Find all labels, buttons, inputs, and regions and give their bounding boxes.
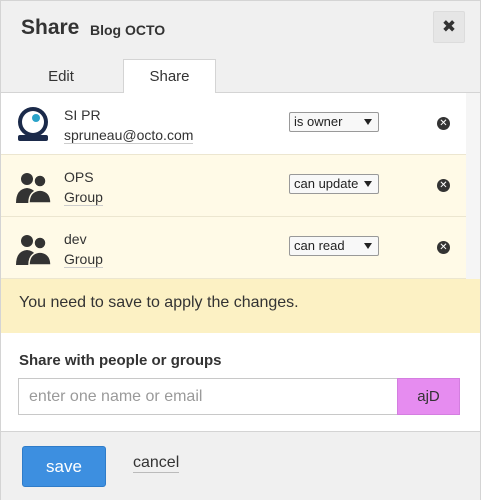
tab-edit[interactable]: Edit [21,59,101,93]
cancel-link[interactable]: cancel [133,454,180,473]
member-type[interactable]: Group [64,251,103,268]
member-list-scrollbar[interactable] [466,93,480,279]
tab-bar: Edit Share [1,59,480,94]
share-search-input[interactable] [18,378,398,415]
role-select[interactable]: is owner [289,112,379,132]
role-value: can update [294,176,359,191]
role-select[interactable]: can read [289,236,379,256]
share-input-addon[interactable]: ajD [397,378,460,415]
member-type[interactable]: Group [64,189,103,206]
close-button[interactable]: ✖ [433,11,465,43]
dialog-title: Share [21,16,80,39]
member-row: dev Group can read ✕ [1,217,466,279]
chevron-down-icon [364,181,372,187]
chevron-down-icon [364,243,372,249]
member-row: SI PR spruneau@octo.com is owner ✕ [1,93,466,155]
role-value: can read [294,238,345,253]
group-icon [16,235,52,266]
share-dialog: Share Blog OCTO ✖ Edit Share SI PR sprun… [0,0,481,500]
remove-icon[interactable]: ✕ [437,241,450,254]
member-name: dev [64,231,87,247]
share-section-title: Share with people or groups [19,352,222,369]
member-email[interactable]: spruneau@octo.com [64,127,194,144]
role-value: is owner [294,114,343,129]
save-button[interactable]: save [22,446,106,487]
member-name: SI PR [64,107,101,123]
chevron-down-icon [364,119,372,125]
role-select[interactable]: can update [289,174,379,194]
dialog-footer: save cancel [1,431,480,500]
user-photo-icon [18,107,48,141]
remove-icon[interactable]: ✕ [437,117,450,130]
member-name: OPS [64,169,94,185]
group-icon [16,173,52,204]
dialog-header: Share Blog OCTO ✖ [1,1,480,59]
dialog-subtitle: Blog OCTO [90,22,166,38]
close-icon: ✖ [441,17,457,36]
member-row: OPS Group can update ✕ [1,155,466,217]
remove-icon[interactable]: ✕ [437,179,450,192]
unsaved-changes-notice: You need to save to apply the changes. [1,279,480,333]
tab-share[interactable]: Share [123,59,216,94]
